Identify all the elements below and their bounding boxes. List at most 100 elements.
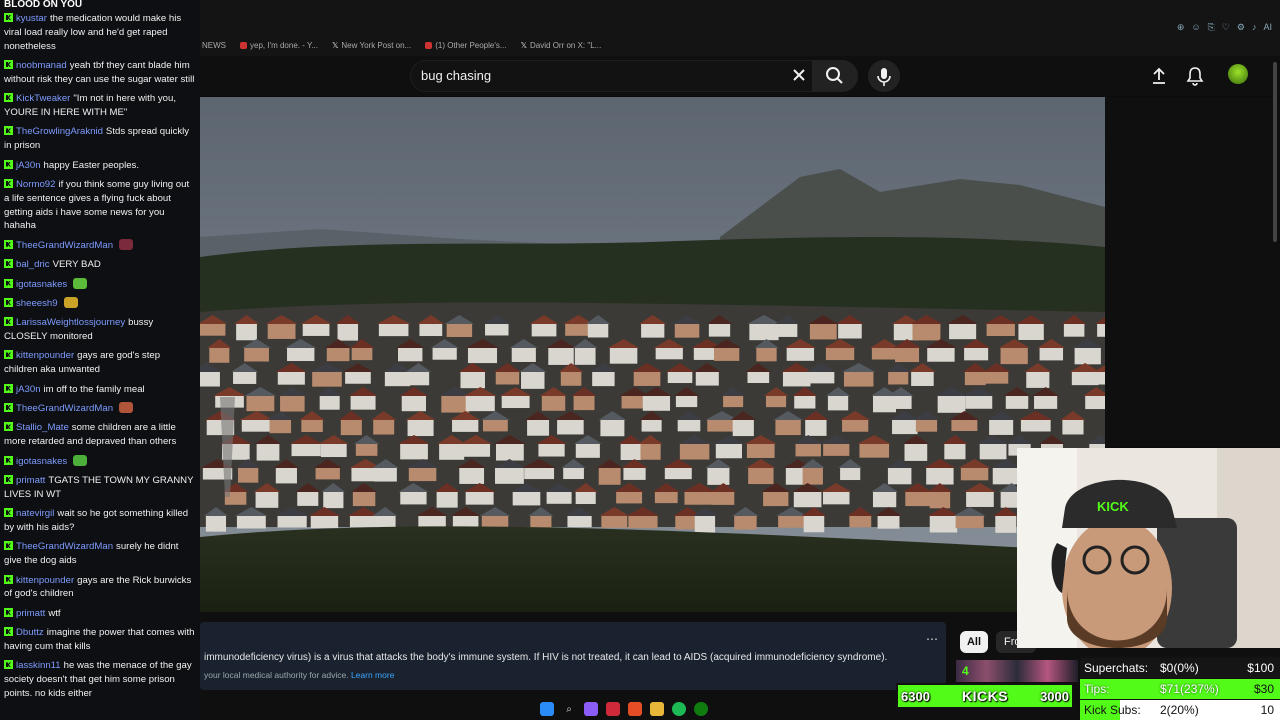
kick-badge-icon — [4, 126, 13, 136]
chip-all[interactable]: All — [960, 631, 988, 653]
kick-badge-icon — [4, 607, 13, 617]
chat-username[interactable]: LarissaWeightlossjourney — [16, 317, 125, 328]
discord-icon[interactable] — [584, 702, 598, 716]
chat-username[interactable]: kyustar — [16, 13, 47, 24]
chat-username[interactable]: TheeGrandWizardMan — [16, 541, 113, 552]
chat-text: im off to the family meal — [43, 383, 145, 395]
house-wall — [236, 515, 266, 529]
account-avatar[interactable] — [1228, 64, 1248, 84]
kicks-goal-bar: 6300 KICKS 3000 — [896, 683, 1074, 709]
chat-emote-icon — [63, 296, 78, 308]
search-button[interactable] — [812, 60, 858, 92]
extension-icon[interactable]: ☺ — [1191, 22, 1200, 33]
house-wall — [598, 467, 621, 485]
chat-username[interactable]: sheeesh9 — [16, 298, 58, 309]
more-options-icon[interactable]: ⋯ — [926, 632, 938, 646]
chat-username[interactable]: KickTweaker — [16, 93, 70, 104]
chat-username[interactable]: bal_dric — [16, 259, 50, 270]
chat-username[interactable]: TheeGrandWizardMan — [16, 403, 113, 414]
upload-icon[interactable] — [1150, 67, 1168, 90]
search-query[interactable]: bug chasing — [421, 68, 491, 83]
kick-badge-icon — [4, 297, 13, 307]
info-panel-text: immunodeficiency virus) is a virus that … — [204, 652, 888, 663]
windows-start-icon[interactable] — [540, 702, 554, 716]
house-wall — [269, 419, 292, 434]
kick-badge-icon — [4, 239, 13, 249]
notifications-icon[interactable] — [1186, 66, 1204, 91]
house-wall — [205, 515, 227, 532]
learn-more-link[interactable]: Learn more — [351, 670, 394, 680]
bookmark-youtube-2[interactable]: (1) Other People's... — [425, 41, 507, 50]
house-wall — [749, 323, 779, 341]
house-wall — [989, 419, 1014, 435]
house-wall — [827, 395, 849, 411]
house-wall — [929, 515, 958, 533]
house-wall — [664, 467, 692, 480]
house-wall — [732, 419, 754, 437]
chat-username[interactable]: kittenpounder — [16, 575, 74, 586]
house-wall — [794, 395, 816, 409]
bookmark-x-davidorr[interactable]: 𝕏 David Orr on X: "L... — [521, 41, 602, 50]
extension-icon[interactable]: ⎘ — [1208, 22, 1215, 33]
house-wall — [1034, 395, 1058, 409]
browser-icon[interactable] — [628, 702, 642, 716]
house-wall — [992, 467, 1019, 485]
ai-icon[interactable]: AI — [1263, 22, 1272, 33]
house-wall — [960, 467, 989, 481]
house-wall — [986, 323, 1015, 337]
superchats-goal: $100 — [1247, 661, 1274, 675]
chat-username[interactable]: jA30n — [16, 160, 41, 171]
kick-badge-icon — [4, 422, 13, 432]
chat-message: kyustar the medication would make his vir… — [4, 12, 196, 53]
house-wall — [495, 467, 524, 484]
chat-username[interactable]: primatt — [16, 608, 45, 619]
chat-username[interactable]: igotasnakes — [16, 279, 67, 290]
chat-username[interactable]: jA30n — [16, 384, 41, 395]
search-taskbar-icon[interactable]: ⌕ — [562, 702, 576, 716]
house-wall — [355, 443, 378, 456]
bookmark-youtube[interactable]: yep, I'm done. - Y... — [240, 41, 318, 50]
house-wall — [267, 323, 296, 339]
house-wall — [560, 371, 582, 386]
chat-username[interactable]: lasskinn11 — [16, 660, 61, 671]
video-player[interactable] — [200, 97, 1105, 612]
chat-username[interactable]: natevirgil — [16, 508, 54, 519]
house-wall — [707, 467, 730, 485]
xbox-icon[interactable] — [694, 702, 708, 716]
chat-username[interactable]: Stallio_Mate — [16, 422, 69, 433]
extension-icon[interactable]: ♪ — [1252, 22, 1257, 33]
voice-search-button[interactable] — [868, 60, 900, 92]
chat-message: KickTweaker "Im not in here with you, YOU… — [4, 92, 196, 120]
clear-search-icon[interactable] — [790, 66, 808, 84]
house-wall — [452, 419, 479, 432]
zoom-icon[interactable]: ⊕ — [1177, 22, 1185, 33]
extension-icon[interactable]: ⚙ — [1237, 22, 1245, 33]
page-scrollbar[interactable] — [1273, 62, 1277, 242]
house-wall — [573, 395, 595, 411]
house-wall — [1000, 347, 1028, 365]
bookmark-news[interactable]: NEWS — [202, 41, 226, 50]
chat-username[interactable]: kittenpounder — [16, 350, 74, 361]
house-wall — [1005, 395, 1029, 409]
spotify-icon[interactable] — [672, 702, 686, 716]
house-wall — [337, 323, 359, 341]
folder-icon[interactable] — [650, 702, 664, 716]
chat-username[interactable]: TheeGrandWizardMan — [16, 240, 113, 251]
chat-username[interactable]: Dbuttz — [16, 627, 44, 638]
chat-username[interactable]: igotasnakes — [16, 456, 67, 467]
house-wall — [712, 491, 735, 505]
chat-username[interactable]: noobmanad — [16, 60, 67, 71]
bookmark-x-nypost[interactable]: 𝕏 New York Post on... — [332, 41, 411, 50]
app-icon[interactable] — [606, 702, 620, 716]
chat-username[interactable]: TheGrowlingAraknid — [16, 126, 103, 137]
house-wall — [501, 395, 530, 409]
house-wall — [633, 371, 661, 386]
house-wall — [601, 515, 628, 528]
house-wall — [715, 443, 742, 459]
chat-username[interactable]: primatt — [16, 475, 45, 486]
chat-username[interactable]: Normo92 — [16, 179, 55, 190]
chat-message: primatt TGATS THE TOWN MY GRANNY LIVES IN… — [4, 474, 196, 502]
house-wall — [238, 467, 259, 483]
extension-icon[interactable]: ♡ — [1222, 22, 1230, 33]
house-wall — [312, 371, 342, 387]
